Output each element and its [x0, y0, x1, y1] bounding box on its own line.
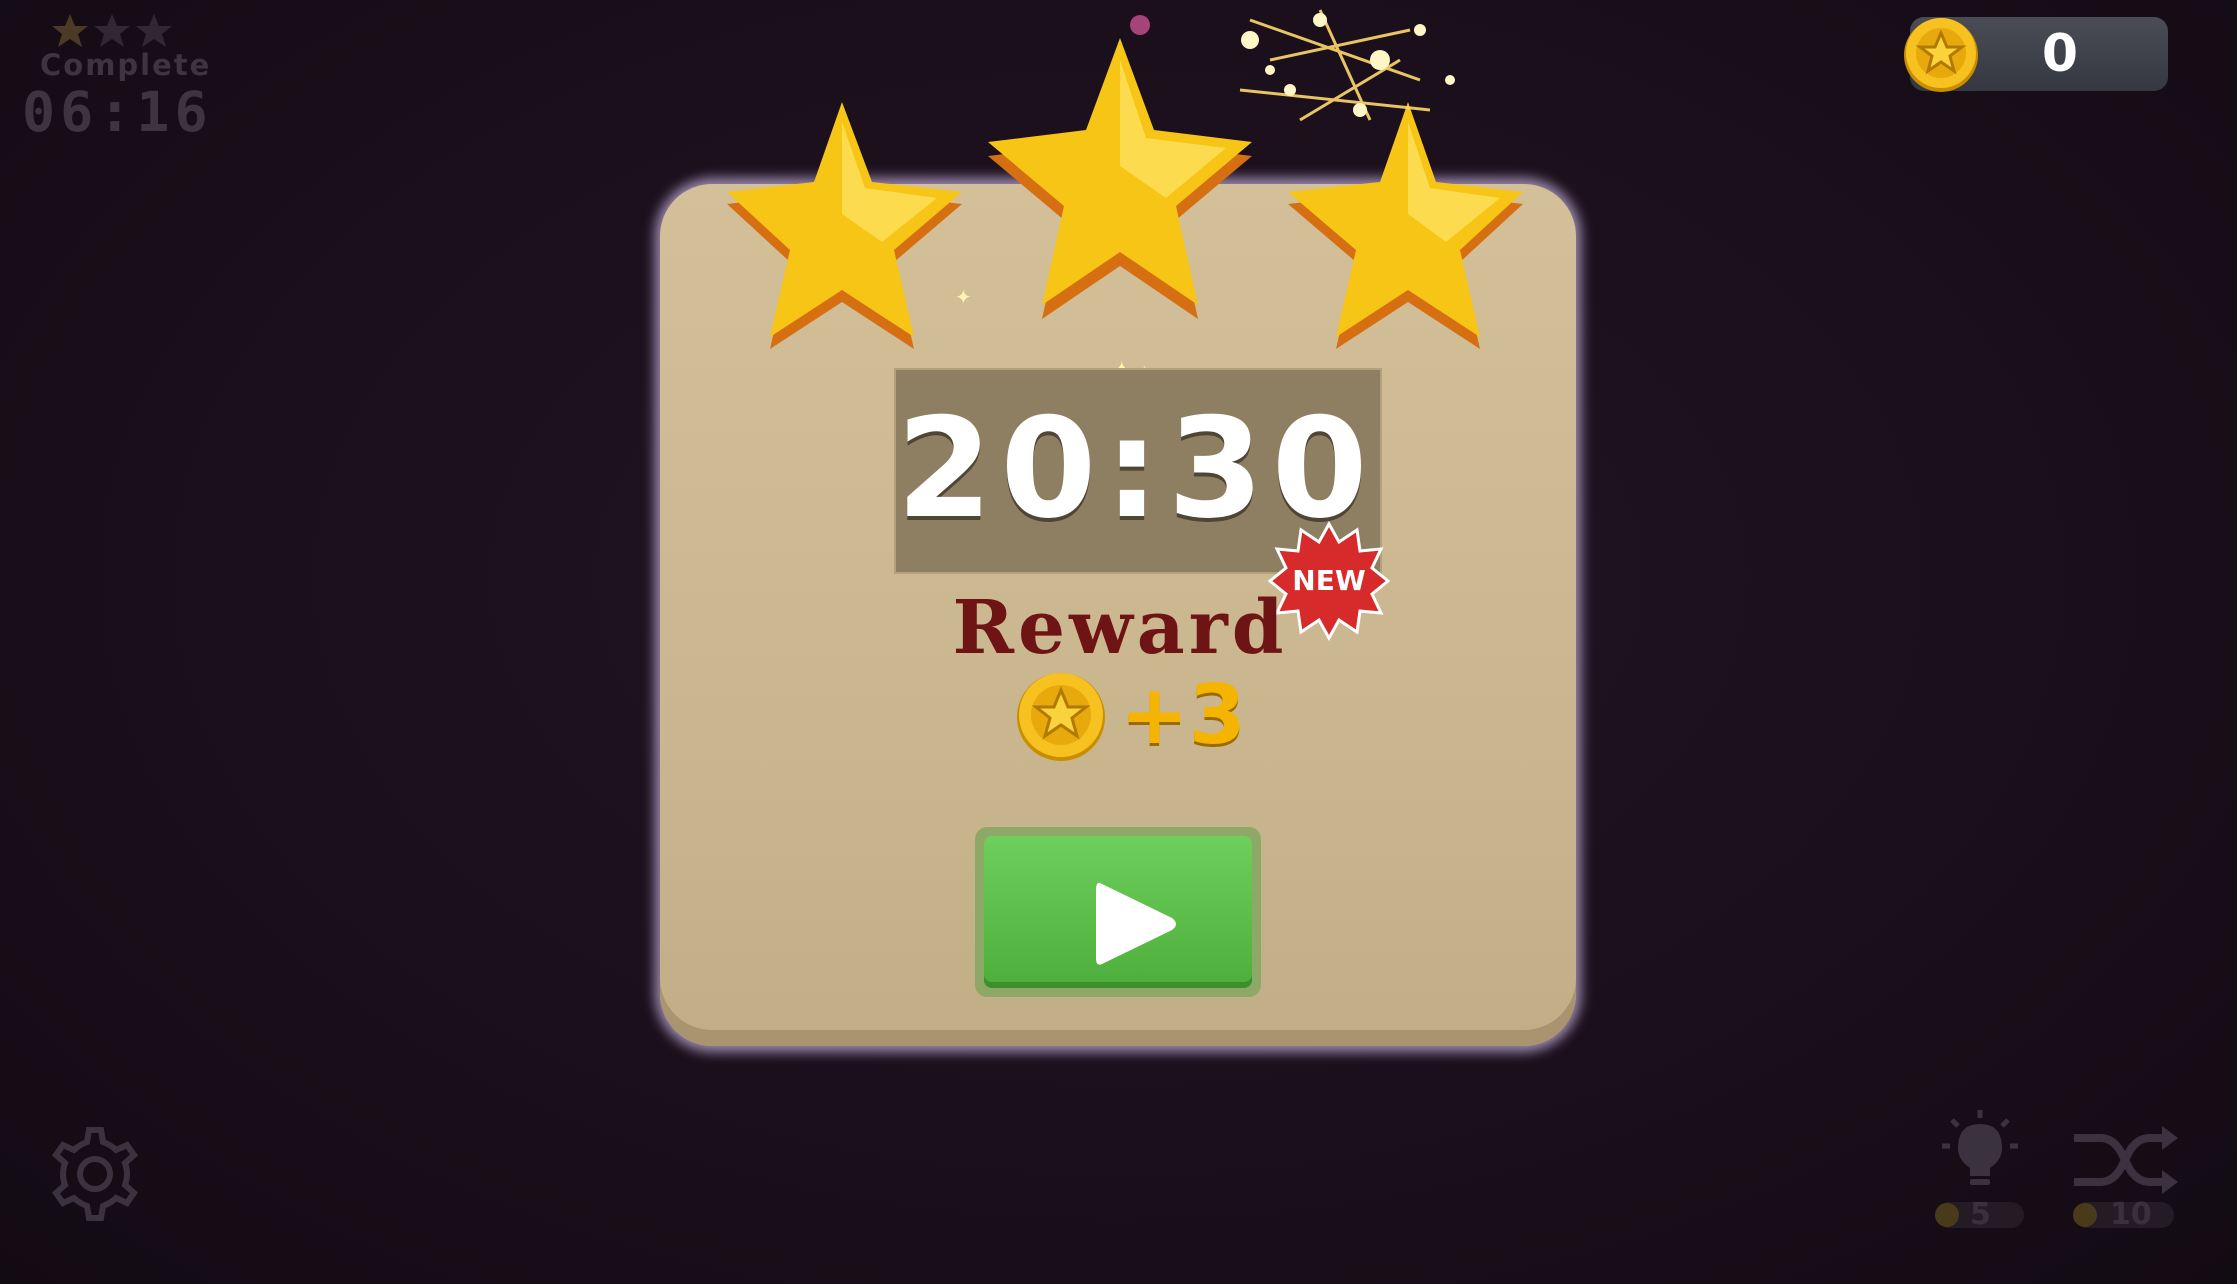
star-coin-icon — [1904, 18, 1978, 92]
dialog-star-1 — [727, 102, 962, 349]
star-coin-icon — [1935, 1203, 1959, 1227]
play-button-face — [984, 836, 1252, 988]
shuffle-cost: 10 — [2110, 1197, 2152, 1232]
star-coin-icon — [2073, 1203, 2097, 1227]
elapsed-time: 06:16 — [22, 80, 213, 144]
lightbulb-icon — [1942, 1110, 2018, 1185]
shuffle-icon — [2074, 1126, 2178, 1194]
fireworks-sparkle — [1130, 9, 1455, 122]
hud-star-3 — [136, 14, 172, 47]
gear-icon[interactable] — [45, 1124, 145, 1224]
play-icon — [1096, 882, 1176, 965]
sparkle: ✦ — [955, 285, 972, 309]
hud-star-1 — [52, 14, 88, 47]
complete-label: Complete — [40, 48, 212, 82]
hint-cost: 5 — [1970, 1197, 1991, 1232]
hud-star-2 — [94, 14, 130, 47]
coin-balance: 0 — [2041, 24, 2079, 84]
hint-button[interactable]: 5 — [1930, 1108, 2030, 1232]
reward-label: Reward — [952, 585, 1288, 671]
star-coin-icon — [1017, 673, 1105, 761]
play-next-button[interactable] — [975, 827, 1261, 997]
reward-amount: +3 — [1120, 668, 1246, 763]
shuffle-button[interactable]: 10 — [2070, 1124, 2180, 1232]
